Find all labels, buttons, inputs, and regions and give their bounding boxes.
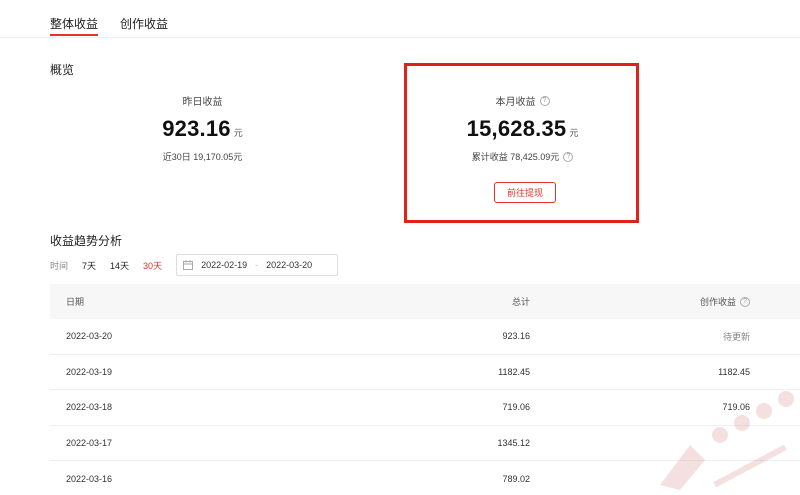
month-value: 15,628.35 [466, 116, 567, 141]
tab-creation-earnings[interactable]: 创作收益 [120, 0, 168, 38]
overview-title: 概览 [50, 63, 75, 77]
tab-overall-earnings[interactable]: 整体收益 [50, 0, 99, 38]
date-start: 2022-02-19 [201, 260, 248, 270]
help-icon[interactable]: ? [539, 95, 550, 106]
yesterday-unit: 元 [233, 128, 243, 138]
table-row: 2022-03-20 923.16 待更新 [50, 319, 800, 355]
time-label: 时间 [50, 260, 69, 271]
calendar-icon [183, 260, 194, 270]
date-end: 2022-03-20 [266, 260, 313, 270]
date-range-picker[interactable]: 2022-02-19 - 2022-03-20 [176, 254, 339, 276]
yesterday-value: 923.16 [162, 116, 231, 141]
tabs-divider [0, 37, 800, 38]
table-row: 2022-03-19 1182.45 1182.45 [50, 355, 800, 391]
help-icon[interactable]: ? [563, 151, 574, 162]
header-creation: 创作收益 ? [530, 295, 750, 308]
yesterday-label: 昨日收益 [182, 97, 223, 108]
range-14-days[interactable]: 14天 [110, 259, 129, 272]
header-date: 日期 [66, 297, 85, 307]
range-30-days[interactable]: 30天 [143, 259, 162, 272]
header-total: 总计 [511, 297, 530, 307]
month-unit: 元 [569, 128, 579, 138]
table-header: 日期 总计 创作收益 ? [50, 284, 800, 319]
table-row: 2022-03-16 789.02 [50, 461, 800, 495]
yesterday-stat: 昨日收益 923.16 元 近30日 19,170.05元 [120, 92, 285, 165]
month-stat: 本月收益 ? 15,628.35 元 累计收益 78,425.09元 ? [440, 92, 605, 165]
last-30-days-total: 近30日 19,170.05元 [162, 152, 243, 162]
table-row: 2022-03-17 1345.12 [50, 426, 800, 462]
date-separator: - [255, 260, 259, 270]
cumulative-total: 累计收益 78,425.09元 [471, 152, 560, 162]
range-7-days[interactable]: 7天 [82, 259, 96, 272]
withdraw-button[interactable]: 前往提现 [494, 182, 556, 203]
month-label: 本月收益 [495, 97, 536, 108]
table-row: 2022-03-18 719.06 719.06 [50, 390, 800, 426]
trend-title: 收益趋势分析 [50, 234, 123, 248]
top-tabs: 整体收益 创作收益 [50, 0, 168, 38]
filter-bar: 时间 7天 14天 30天 2022-02-19 - 2022-03-20 [50, 254, 339, 276]
earnings-table: 日期 总计 创作收益 ? 2022-03-20 923.16 待更新 2022-… [50, 284, 800, 495]
help-icon[interactable]: ? [740, 296, 750, 307]
